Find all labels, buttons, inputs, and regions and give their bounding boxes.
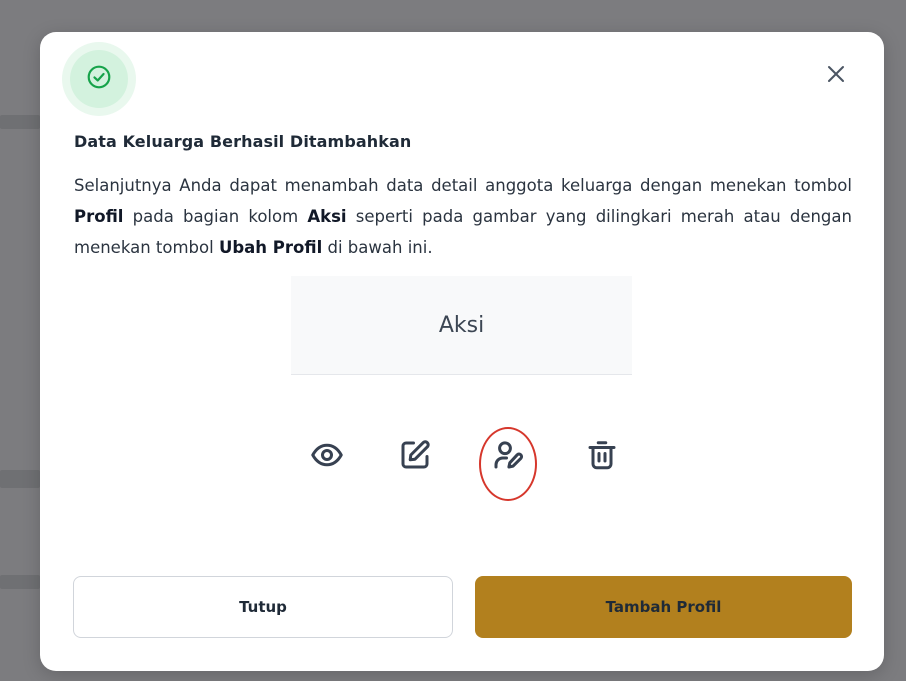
trash-icon (580, 433, 624, 477)
backdrop-content (0, 470, 40, 488)
dialog-message: Selanjutnya Anda dapat menambah data det… (74, 170, 852, 263)
column-header: Aksi (291, 276, 632, 375)
highlight-ring (479, 427, 537, 501)
message-text: di bawah ini. (322, 238, 433, 257)
add-profile-button[interactable]: Tambah Profil (475, 576, 852, 638)
backdrop-content (0, 575, 40, 589)
success-dialog: Data Keluarga Berhasil Ditambahkan Selan… (40, 32, 884, 671)
message-emphasis-aksi: Aksi (307, 207, 347, 226)
action-column-illustration: Aksi (291, 276, 632, 532)
close-dialog-button[interactable]: Tutup (73, 576, 453, 638)
close-icon (826, 64, 846, 88)
dialog-title: Data Keluarga Berhasil Ditambahkan (74, 132, 412, 151)
message-emphasis-ubah-profil: Ubah Profil (218, 238, 323, 257)
eye-icon (305, 433, 349, 477)
success-badge (62, 42, 136, 116)
close-button[interactable] (820, 60, 852, 92)
message-emphasis-profil: Profil (74, 207, 124, 226)
action-icons-row (291, 375, 632, 532)
edit-icon (393, 433, 437, 477)
message-text: Selanjutnya Anda dapat menambah data det… (74, 176, 852, 195)
backdrop-content (0, 115, 40, 129)
check-circle-icon (86, 64, 112, 94)
message-text: pada bagian kolom (123, 207, 308, 226)
